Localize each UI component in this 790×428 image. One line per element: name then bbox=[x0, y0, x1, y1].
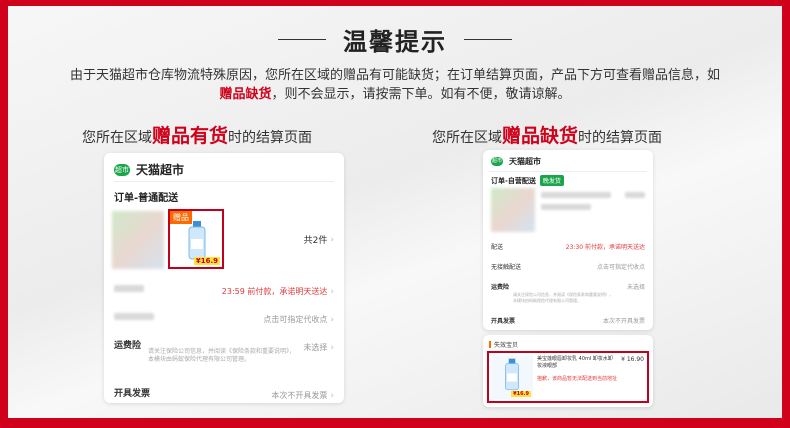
pickup-label-blurred bbox=[114, 313, 154, 320]
checkout-screen-gift-out-of-stock: 超市 天猫超市 订单-自营配送 晚发货 配送 23:30 前付款，承诺明天送达 … bbox=[483, 150, 653, 330]
pickup-hint: 点击可指定代收点 bbox=[596, 264, 645, 271]
delivery-chip: 晚发货 bbox=[539, 175, 564, 186]
insurance-label: 运费险 bbox=[114, 341, 142, 351]
invoice-value: 本次不开具发票 bbox=[271, 391, 328, 400]
invoice-label: 开具发票 bbox=[491, 318, 516, 325]
invoice-label: 开具发票 bbox=[114, 389, 151, 399]
invoice-row[interactable]: 开具发票 本次不开具发票 bbox=[491, 316, 645, 325]
insurance-value: 未选择 bbox=[303, 343, 328, 352]
tmall-supermarket-logo-icon: 超市 bbox=[114, 163, 130, 176]
failed-item-image: ¥16.9 bbox=[491, 355, 533, 399]
product-spec-blurred bbox=[541, 204, 591, 210]
product-price-blurred bbox=[625, 192, 645, 198]
caption-left-post: 时的结算页面 bbox=[228, 130, 313, 146]
invoice-value: 本次不开具发票 bbox=[602, 318, 645, 325]
delivery-row[interactable]: 23:59 前付款，承诺明天送达 › bbox=[114, 279, 334, 298]
order-title: 订单-普通配送 bbox=[114, 193, 179, 204]
failed-title-row: 失效宝贝 bbox=[489, 340, 653, 349]
remover-bottle-icon bbox=[505, 358, 519, 391]
product-image-blurred bbox=[491, 188, 535, 232]
insurance-value: 未选择 bbox=[626, 284, 645, 291]
chevron-right-icon: › bbox=[330, 234, 334, 245]
delivery-promise: 23:59 前付款，承诺明天送达 bbox=[221, 287, 328, 296]
order-title-row: 订单-普通配送 bbox=[114, 189, 344, 204]
caption-right-big: 赠品缺货 bbox=[502, 125, 579, 147]
caption-left-big: 赠品有货 bbox=[152, 125, 229, 147]
divider bbox=[489, 171, 647, 172]
failed-gift-highlight[interactable]: ¥16.9 美宝莲眼唇卸妆乳 40ml 卸妆水卸妆液眼部 ¥ 16.90 抱歉，… bbox=[487, 351, 649, 403]
store-header: 超市 天猫超市 bbox=[491, 156, 653, 167]
chevron-right-icon: › bbox=[330, 287, 334, 297]
order-title-row: 订单-自营配送 晚发货 bbox=[491, 175, 653, 186]
item-count-row[interactable]: 共2件 › bbox=[104, 233, 344, 247]
failed-item-name: 美宝莲眼唇卸妆乳 40ml 卸妆水卸妆液眼部 bbox=[537, 356, 613, 369]
pickup-row[interactable]: 点击可指定代收点 › bbox=[114, 307, 334, 326]
notice-part1: 由于天猫超市仓库物流特殊原因，您所在区域的赠品有可能缺货；在订单结算页面，产品下… bbox=[69, 68, 720, 83]
store-name: 天猫超市 bbox=[509, 157, 541, 166]
insurance-note: 请关注保险公司信息，并阅读《保险条款和重要说明》，本模块由蚂蚁保险代理有限公司管… bbox=[513, 292, 613, 303]
divider bbox=[114, 181, 334, 182]
section-marker bbox=[489, 341, 491, 348]
pickup-label: 无接触配送 bbox=[491, 264, 522, 271]
caption-gift-out-of-stock: 您所在区域赠品缺货时的结算页面 bbox=[432, 121, 662, 148]
failed-price-chip: ¥16.9 bbox=[511, 391, 531, 397]
failed-item-price: ¥ 16.90 bbox=[621, 356, 644, 363]
caption-right-pre: 您所在区域 bbox=[432, 130, 502, 146]
delivery-label: 配送 bbox=[491, 244, 504, 251]
gift-price-chip: ¥16.9 bbox=[193, 257, 220, 265]
caption-gift-available: 您所在区域赠品有货时的结算页面 bbox=[82, 121, 312, 148]
tmall-supermarket-logo-icon: 超市 bbox=[491, 157, 503, 166]
pickup-hint: 点击可指定代收点 bbox=[263, 315, 328, 324]
title-row: 温馨提示 bbox=[0, 22, 790, 57]
chevron-right-icon: › bbox=[330, 343, 334, 353]
notice-highlight: 赠品缺货 bbox=[219, 87, 272, 102]
failed-title: 失效宝贝 bbox=[494, 342, 519, 349]
failed-item-warning: 抱歉，该商品暂无法配送到当前地址 bbox=[537, 376, 618, 382]
notice-part2: ，则不会显示，请按需下单。如有不便，敬请谅解。 bbox=[271, 87, 571, 102]
checkout-screen-gift-available: 超市 天猫超市 订单-普通配送 赠品 ¥16.9 共2件 › 23:59 前付款，… bbox=[104, 153, 344, 403]
failed-items-panel: 失效宝贝 ¥16.9 美宝莲眼唇卸妆乳 40ml 卸妆水卸妆液眼部 ¥ 16.9… bbox=[483, 335, 653, 407]
product-title-blurred bbox=[541, 192, 611, 198]
caption-left-pre: 您所在区域 bbox=[82, 130, 152, 146]
order-title: 订单-自营配送 bbox=[491, 176, 536, 185]
notice-text: 由于天猫超市仓库物流特殊原因，您所在区域的赠品有可能缺货；在订单结算页面，产品下… bbox=[68, 66, 722, 104]
delivery-row[interactable]: 配送 23:30 前付款，承诺明天送达 bbox=[491, 242, 645, 251]
caption-right-post: 时的结算页面 bbox=[578, 130, 663, 146]
title-right-rule bbox=[464, 39, 513, 40]
store-name: 天猫超市 bbox=[136, 163, 185, 177]
insurance-label: 运费险 bbox=[491, 284, 510, 291]
invoice-row[interactable]: 开具发票 本次不开具发票 › bbox=[114, 383, 334, 402]
pickup-row[interactable]: 无接触配送 点击可指定代收点 bbox=[491, 262, 645, 271]
item-count: 共2件 bbox=[303, 236, 328, 246]
store-header: 超市 天猫超市 bbox=[114, 161, 334, 178]
chevron-right-icon: › bbox=[330, 391, 334, 401]
chevron-right-icon: › bbox=[330, 315, 334, 325]
insurance-row[interactable]: 运费险 未选择 bbox=[491, 282, 645, 291]
insurance-note: 请关注保险公司信息，并阅读《保险条款和重要说明》，本模块由蚂蚁保险代理有限公司管… bbox=[148, 348, 296, 363]
delivery-promise: 23:30 前付款，承诺明天送达 bbox=[565, 244, 645, 251]
top-red-bar bbox=[0, 0, 790, 6]
delivery-label-blurred bbox=[114, 285, 144, 292]
title-left-rule bbox=[277, 39, 326, 40]
page-title: 温馨提示 bbox=[343, 28, 447, 56]
